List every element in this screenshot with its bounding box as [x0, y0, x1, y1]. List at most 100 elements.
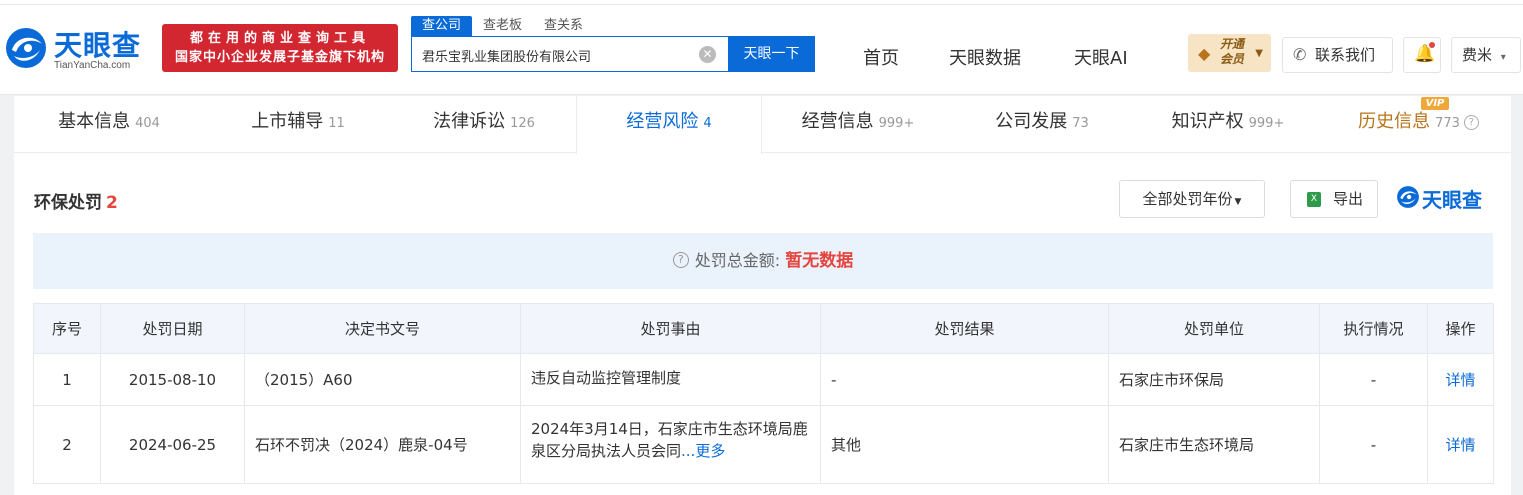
tab-count: 73	[1072, 116, 1089, 131]
nav-tianyan-data[interactable]: 天眼数据	[949, 44, 1021, 70]
column-header-reason: 处罚事由	[520, 303, 821, 354]
help-icon[interactable]: ?	[672, 251, 689, 268]
cell-index: 1	[33, 353, 101, 406]
banner-line-2: 国家中小企业发展子基金旗下机构	[174, 50, 385, 65]
tab-intellectual-property[interactable]: 知识产权 999+	[1130, 96, 1326, 153]
column-header-doc-no: 决定书文号	[244, 303, 521, 354]
top-divider	[0, 4, 1523, 5]
tab-count: 773	[1435, 116, 1460, 131]
cell-action: 详情	[1427, 353, 1494, 406]
tab-basic-info[interactable]: 基本信息 404	[14, 96, 204, 153]
section-title: 环保处罚 2	[34, 188, 118, 213]
section-count: 2	[106, 193, 118, 213]
contact-us-button[interactable]: ✆ 联系我们	[1282, 37, 1393, 73]
cell-action: 详情	[1427, 405, 1494, 484]
top-bar: 天眼查 TianYanCha.com 都在用的商业查询工具 国家中小企业发展子基…	[0, 0, 1523, 95]
tab-count: 999+	[1248, 116, 1285, 131]
contact-us-label: 联系我们	[1315, 46, 1376, 64]
tab-label: 经营风险	[626, 111, 699, 132]
tab-label: 上市辅导	[251, 111, 324, 132]
summary-label: 处罚总金额:	[694, 251, 781, 270]
column-header-date: 处罚日期	[100, 303, 245, 354]
tab-label: 基本信息	[58, 111, 131, 132]
cell-doc-no: （2015）A60	[244, 353, 521, 406]
tab-label: 历史信息	[1358, 111, 1431, 132]
search-tab-company[interactable]: 查公司	[411, 16, 473, 36]
user-menu-button[interactable]: 费米 ▾	[1451, 37, 1521, 73]
penalty-table: 序号 处罚日期 决定书文号 处罚事由 处罚结果 处罚单位 执行情况 操作 1 2…	[33, 303, 1494, 484]
cell-unit: 石家庄市环保局	[1108, 353, 1320, 406]
tab-history-info[interactable]: 历史信息 773?	[1326, 96, 1511, 153]
cell-reason: 违反自动监控管理制度	[520, 353, 821, 406]
chevron-down-icon: ▼	[1255, 48, 1263, 59]
detail-link[interactable]: 详情	[1445, 371, 1475, 389]
tab-count: 4	[703, 116, 712, 131]
company-section-tabs: 基本信息 404 上市辅导 11 法律诉讼 126 经营风险 4 经营信息 999+ 公司…	[14, 96, 1511, 154]
penalty-summary: ? 处罚总金额: 暂无数据	[33, 233, 1493, 289]
table-row: 1 2015-08-10 （2015）A60 违反自动监控管理制度 - 石家庄市…	[33, 353, 1494, 406]
tab-label: 公司发展	[995, 111, 1068, 132]
column-header-result: 处罚结果	[820, 303, 1109, 354]
cell-date: 2024-06-25	[100, 405, 245, 484]
open-vip-button[interactable]: ◆ 开通 会员 ▼	[1188, 34, 1271, 72]
table-header-row: 序号 处罚日期 决定书文号 处罚事由 处罚结果 处罚单位 执行情况 操作	[33, 303, 1494, 354]
search-tab-boss[interactable]: 查老板	[472, 16, 533, 36]
nav-home[interactable]: 首页	[863, 44, 899, 70]
tab-count: 999+	[878, 116, 915, 131]
vip-label-line-1: 开通	[1220, 37, 1245, 51]
user-name: 费米	[1462, 46, 1493, 64]
tianyancha-logo-icon	[1397, 186, 1419, 208]
more-link[interactable]: ...更多	[681, 442, 725, 460]
tab-operating-risk[interactable]: 经营风险 4	[576, 96, 762, 154]
notifications-button[interactable]: 🔔	[1403, 37, 1441, 73]
tab-company-development[interactable]: 公司发展 73	[954, 96, 1130, 153]
main-panel: 基本信息 404 上市辅导 11 法律诉讼 126 经营风险 4 经营信息 999+ 公司…	[14, 96, 1511, 495]
chevron-down-icon: ▾	[1500, 52, 1506, 63]
search-tab-relation[interactable]: 查关系	[533, 16, 594, 36]
logo-name: 天眼查	[54, 29, 142, 62]
cell-unit: 石家庄市生态环境局	[1108, 405, 1320, 484]
export-button[interactable]: X 导出	[1290, 180, 1378, 218]
tab-count: 126	[510, 116, 535, 131]
logo-domain: TianYanCha.com	[54, 60, 131, 71]
tab-legal-proceedings[interactable]: 法律诉讼 126	[392, 96, 576, 153]
cell-execution: -	[1319, 353, 1428, 406]
section-title-label: 环保处罚	[34, 193, 102, 213]
tab-count: 11	[328, 116, 345, 131]
detail-link[interactable]: 详情	[1445, 436, 1475, 454]
search-button[interactable]: 天眼一下	[728, 36, 815, 72]
tab-label: 知识产权	[1171, 111, 1244, 132]
cell-index: 2	[33, 405, 101, 484]
cell-doc-no: 石环不罚决（2024）鹿泉-04号	[244, 405, 521, 484]
diamond-icon: ◆	[1198, 44, 1211, 63]
tab-listing-guidance[interactable]: 上市辅导 11	[204, 96, 392, 153]
column-header-execution: 执行情况	[1319, 303, 1428, 354]
help-icon: ?	[1463, 114, 1479, 130]
cell-reason: 2024年3月14日，石家庄市生态环境局鹿泉区分局执法人员会同...更多	[520, 405, 821, 484]
tab-label: 法律诉讼	[433, 111, 506, 132]
reason-text: 2024年3月14日，石家庄市生态环境局鹿泉区分局执法人员会同	[531, 420, 808, 460]
summary-value: 暂无数据	[785, 251, 854, 271]
chevron-down-icon: ▼	[1234, 197, 1242, 207]
cell-result: -	[820, 353, 1109, 406]
tianyancha-logo-icon	[6, 28, 46, 68]
logo[interactable]: 天眼查 TianYanCha.com	[4, 22, 154, 74]
notification-dot	[1429, 42, 1435, 48]
vip-label-line-2: 会员	[1220, 52, 1245, 66]
cell-date: 2015-08-10	[100, 353, 245, 406]
tab-label: 经营信息	[801, 111, 874, 132]
export-label: 导出	[1333, 190, 1364, 208]
search-input[interactable]: 君乐宝乳业集团股份有限公司 ✕	[411, 36, 728, 72]
table-row: 2 2024-06-25 石环不罚决（2024）鹿泉-04号 2024年3月14…	[33, 405, 1494, 484]
nav-tianyan-ai[interactable]: 天眼AI	[1074, 44, 1128, 70]
search-type-tabs: 查公司 查老板 查关系	[411, 16, 594, 36]
clear-search-icon[interactable]: ✕	[699, 46, 716, 63]
year-select-value: 全部处罚年份	[1142, 190, 1233, 208]
banner-line-1: 都在用的商业查询工具	[189, 31, 370, 46]
promo-banner[interactable]: 都在用的商业查询工具 国家中小企业发展子基金旗下机构	[162, 24, 398, 72]
penalty-year-select[interactable]: 全部处罚年份 ▼	[1119, 180, 1265, 218]
tab-operating-info[interactable]: 经营信息 999+	[762, 96, 954, 153]
tab-count: 404	[135, 116, 160, 131]
column-header-unit: 处罚单位	[1108, 303, 1320, 354]
excel-icon: X	[1307, 192, 1321, 207]
